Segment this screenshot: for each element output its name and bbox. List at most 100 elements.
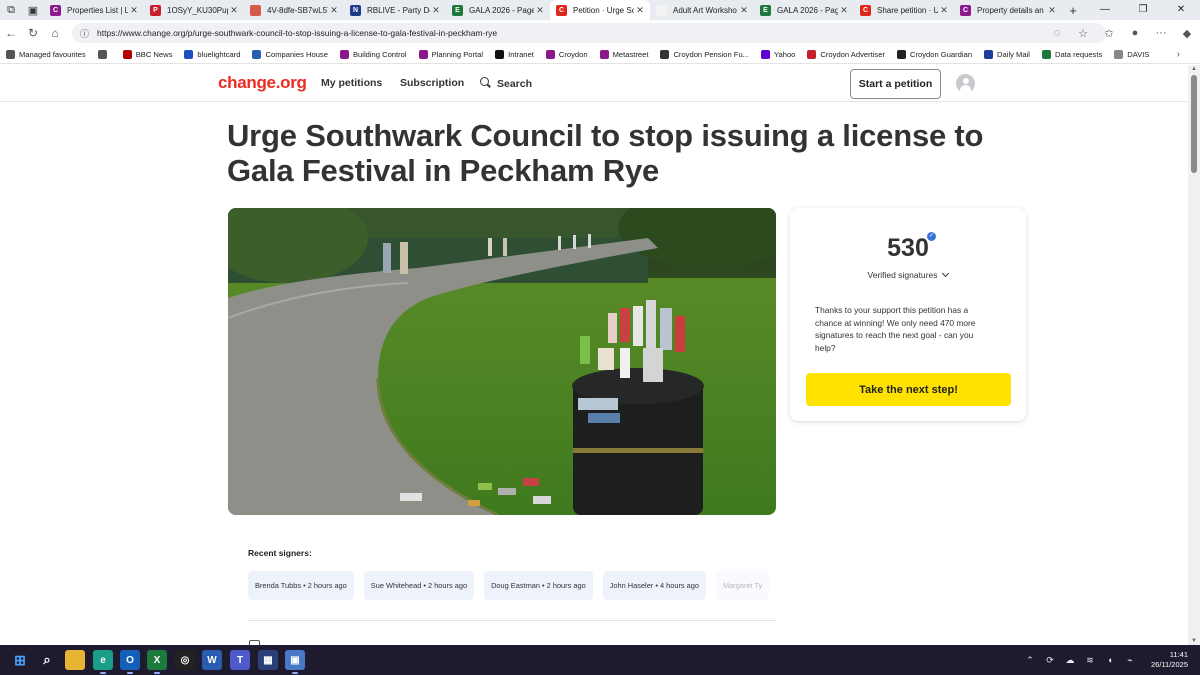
tab-list: CProperties List | Lo✕P1OSyY_KU30PupG✕4V… — [44, 0, 1062, 20]
favourite-label: Croydon Advertiser — [820, 50, 885, 59]
favourite-site-icon — [1041, 50, 1051, 59]
page-scrollbar[interactable]: ▲ ▼ — [1188, 65, 1200, 645]
favourite-link[interactable]: bluelightcard — [184, 50, 240, 59]
browser-tab[interactable]: P 1OSyY_KU30PupG✕ — [144, 0, 244, 20]
word-icon[interactable]: W — [202, 650, 222, 670]
restore-icon[interactable]: ❐ — [1124, 0, 1162, 20]
more-menu-icon[interactable]: ··· — [1148, 27, 1174, 39]
tab-actions-icon[interactable]: ▣ — [22, 0, 44, 20]
outlook-icon[interactable]: O — [120, 650, 140, 674]
refresh-icon[interactable]: ↻ — [22, 26, 44, 40]
nav-search[interactable]: Search — [480, 77, 532, 90]
favourite-link[interactable]: Croydon Advertiser — [807, 50, 885, 59]
tab-close-icon[interactable]: ✕ — [938, 5, 950, 16]
favourite-label: DAVIS — [1127, 50, 1150, 59]
tab-favicon-icon: C — [860, 4, 871, 16]
app-grid-icon[interactable]: ▦ — [258, 650, 278, 670]
scroll-down-icon[interactable]: ▼ — [1188, 638, 1200, 644]
workspaces-icon[interactable]: ⧉ — [0, 0, 22, 20]
read-aloud-icon[interactable]: ◌ — [1044, 27, 1070, 39]
take-next-step-button[interactable]: Take the next step! — [806, 373, 1011, 406]
back-icon[interactable]: ← — [0, 26, 22, 40]
change-org-logo[interactable]: change.org — [218, 73, 307, 93]
home-icon[interactable]: ⌂ — [44, 26, 66, 40]
nav-subscription[interactable]: Subscription — [400, 77, 464, 89]
browser-tab[interactable]: E GALA 2026 - Page ✕ — [754, 0, 854, 20]
url-field[interactable]: ⓘ https://www.change.org/p/urge-southwar… — [72, 23, 1106, 43]
onedrive-icon[interactable]: ☁ — [1060, 655, 1080, 666]
start-petition-button[interactable]: Start a petition — [850, 69, 941, 99]
browser-tab[interactable]: C Property details an ✕ — [954, 0, 1062, 20]
user-avatar-icon[interactable] — [956, 74, 975, 93]
favourite-star-icon[interactable]: ☆ — [1070, 27, 1096, 40]
site-info-icon[interactable]: ⓘ — [80, 27, 89, 40]
new-tab-button[interactable]: + — [1062, 3, 1084, 18]
favourite-link[interactable] — [97, 50, 111, 59]
wifi-icon[interactable]: ≋ — [1080, 655, 1100, 666]
favourite-link[interactable]: Intranet — [495, 50, 534, 59]
tab-close-icon[interactable]: ✕ — [534, 5, 546, 16]
favourite-link[interactable]: Metastreet — [599, 50, 649, 59]
favourite-link[interactable]: Daily Mail — [984, 50, 1030, 59]
tab-close-icon[interactable]: ✕ — [430, 5, 442, 16]
browser-tab[interactable]: 4V-8dfe-SB7wL57y✕ — [244, 0, 344, 20]
volume-icon[interactable]: ◖ — [1100, 655, 1120, 665]
favourite-label: Metastreet — [612, 50, 649, 59]
edge-browser-icon[interactable]: e — [93, 650, 113, 674]
favourite-site-icon — [761, 50, 770, 59]
tab-close-icon[interactable]: ✕ — [838, 5, 850, 16]
nav-my-petitions[interactable]: My petitions — [321, 77, 382, 89]
profile-icon[interactable]: ● — [1122, 27, 1148, 39]
tab-close-icon[interactable]: ✕ — [328, 5, 340, 16]
favourite-link[interactable]: Croydon Guardian — [896, 50, 973, 59]
signer-time: 4 hours ago — [659, 581, 700, 590]
browser-tab[interactable]: C Share petition · Ur ✕ — [854, 0, 954, 20]
minimize-icon[interactable]: — — [1086, 0, 1124, 20]
favourite-link[interactable]: Planning Portal — [418, 50, 483, 59]
browser-tab[interactable]: E GALA 2026 - Page ✕ — [446, 0, 550, 20]
favourite-link[interactable]: Croydon — [545, 50, 588, 59]
favourite-link[interactable]: Managed favourites — [6, 50, 86, 59]
tab-close-icon[interactable]: ✕ — [1046, 5, 1058, 16]
sync-icon[interactable]: ⟳ — [1040, 655, 1060, 666]
tab-favicon-icon — [250, 4, 261, 16]
app-icon[interactable]: ◎ — [175, 650, 195, 670]
verified-signatures-toggle[interactable]: Verified signatures — [790, 269, 1026, 280]
excel-icon[interactable]: X — [147, 650, 167, 674]
section-divider — [248, 620, 776, 621]
favourite-link[interactable]: BBC News — [122, 50, 172, 59]
chevron-right-icon[interactable]: › — [1177, 49, 1180, 60]
clock[interactable]: 11:41 26/11/2025 — [1140, 650, 1200, 670]
file-explorer-icon[interactable] — [65, 650, 85, 670]
favourite-link[interactable]: Yahoo — [761, 50, 795, 59]
browser-tab[interactable]: Adult Art Worksho ✕ — [650, 0, 754, 20]
browser-tab[interactable]: C Properties List | Lo ✕ — [44, 0, 144, 20]
favourite-link[interactable]: Building Control — [339, 50, 407, 59]
scroll-up-icon[interactable]: ▲ — [1188, 66, 1200, 72]
clock-date: 26/11/2025 — [1151, 660, 1188, 669]
close-window-icon[interactable]: ✕ — [1162, 0, 1200, 20]
tab-close-icon[interactable]: ✕ — [228, 5, 240, 16]
favourite-link[interactable]: DAVIS — [1114, 50, 1149, 59]
favourites-icon[interactable]: ✩ — [1096, 27, 1122, 40]
tab-favicon-icon: C — [556, 4, 567, 16]
remote-desktop-icon[interactable]: ▣ — [285, 650, 305, 674]
power-icon[interactable]: ⌁ — [1120, 655, 1140, 666]
scroll-thumb[interactable] — [1191, 75, 1197, 173]
favourite-link[interactable]: Data requests — [1041, 50, 1102, 59]
favourite-label: Croydon Guardian — [909, 50, 973, 59]
tab-close-icon[interactable]: ✕ — [634, 5, 646, 16]
chevron-up-icon[interactable]: ⌃ — [1020, 655, 1040, 666]
tab-close-icon[interactable]: ✕ — [128, 5, 140, 16]
tab-close-icon[interactable]: ✕ — [738, 5, 750, 16]
favourite-link[interactable]: Companies House — [252, 50, 328, 59]
windows-start-icon[interactable]: ⊞ — [10, 650, 30, 670]
search-taskbar-icon[interactable]: ⌕ — [37, 650, 57, 670]
favourite-label: Building Control — [352, 50, 407, 59]
favourite-link[interactable]: Croydon Pension Fu... — [660, 50, 749, 59]
teams-icon[interactable]: T — [230, 650, 250, 670]
recent-signer-chip: Doug Eastman • 2 hours ago — [484, 571, 593, 600]
copilot-icon[interactable]: ◆ — [1174, 27, 1200, 40]
browser-tab[interactable]: N RBLIVE - Party Det ✕ — [344, 0, 446, 20]
browser-tab[interactable]: C Petition · Urge Sou ✕ — [550, 0, 650, 20]
